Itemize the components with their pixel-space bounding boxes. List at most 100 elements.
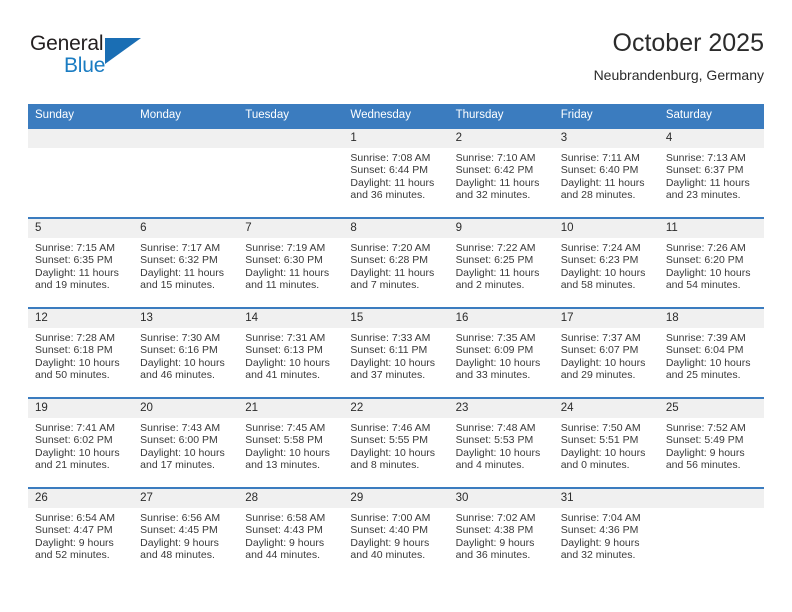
day-number: 27 <box>133 489 239 508</box>
daylight-text-line2: and 32 minutes. <box>560 549 636 562</box>
sunset-text: Sunset: 5:49 PM <box>665 434 744 447</box>
day-number: 8 <box>343 219 449 238</box>
sunset-text: Sunset: 6:30 PM <box>245 254 323 267</box>
day-details: Sunrise: 7:46 AM Sunset: 5:55 PM Dayligh… <box>343 418 448 472</box>
day-cell[interactable]: 5 Sunrise: 7:15 AM Sunset: 6:35 PM Dayli… <box>28 217 134 307</box>
day-number: 17 <box>553 309 659 328</box>
sunrise-text: Sunrise: 7:02 AM <box>455 512 536 524</box>
day-cell[interactable]: 21 Sunrise: 7:45 AM Sunset: 5:58 PM Dayl… <box>238 397 344 487</box>
day-cell[interactable]: 6 Sunrise: 7:17 AM Sunset: 6:32 PM Dayli… <box>133 217 239 307</box>
day-cell[interactable]: 16 Sunrise: 7:35 AM Sunset: 6:09 PM Dayl… <box>448 307 554 397</box>
day-number: 24 <box>553 399 659 418</box>
daylight-text-line2: and 23 minutes. <box>665 189 741 202</box>
day-cell[interactable]: 25 Sunrise: 7:52 AM Sunset: 5:49 PM Dayl… <box>658 397 764 487</box>
day-cell[interactable]: 23 Sunrise: 7:48 AM Sunset: 5:53 PM Dayl… <box>448 397 554 487</box>
day-cell[interactable]: 20 Sunrise: 7:43 AM Sunset: 6:00 PM Dayl… <box>133 397 239 487</box>
daylight-text-line2: and 29 minutes. <box>560 369 636 382</box>
sunset-text: Sunset: 6:02 PM <box>35 434 113 447</box>
daylight-text-line1: Daylight: 11 hours <box>455 266 540 279</box>
day-details: Sunrise: 7:17 AM Sunset: 6:32 PM Dayligh… <box>133 238 238 292</box>
day-cell[interactable]: 19 Sunrise: 7:41 AM Sunset: 6:02 PM Dayl… <box>28 397 134 487</box>
calendar-body: 1 Sunrise: 7:08 AM Sunset: 6:44 PM Dayli… <box>28 127 764 577</box>
sunrise-text: Sunrise: 7:00 AM <box>350 512 431 524</box>
daylight-text-line2: and 2 minutes. <box>455 279 525 292</box>
daylight-text-line2: and 7 minutes. <box>350 279 420 292</box>
day-cell[interactable]: 12 Sunrise: 7:28 AM Sunset: 6:18 PM Dayl… <box>28 307 134 397</box>
weekday-header-saturday: Saturday <box>658 104 764 127</box>
day-details: Sunrise: 7:45 AM Sunset: 5:58 PM Dayligh… <box>238 418 343 472</box>
day-cell[interactable]: 17 Sunrise: 7:37 AM Sunset: 6:07 PM Dayl… <box>553 307 659 397</box>
daylight-text-line2: and 54 minutes. <box>665 279 741 292</box>
day-cell[interactable] <box>658 487 764 577</box>
weekday-header-row: Sunday Monday Tuesday Wednesday Thursday… <box>28 104 764 127</box>
daylight-text-line1: Daylight: 10 hours <box>665 266 751 279</box>
daylight-text-line2: and 58 minutes. <box>560 279 636 292</box>
day-cell[interactable]: 24 Sunrise: 7:50 AM Sunset: 5:51 PM Dayl… <box>553 397 659 487</box>
day-cell[interactable]: 8 Sunrise: 7:20 AM Sunset: 6:28 PM Dayli… <box>343 217 449 307</box>
day-number: 5 <box>28 219 134 238</box>
sunset-text: Sunset: 6:42 PM <box>455 164 534 177</box>
day-number: 13 <box>133 309 239 328</box>
day-number: 11 <box>658 219 764 238</box>
sunset-text: Sunset: 6:35 PM <box>35 254 113 267</box>
day-cell[interactable]: 10 Sunrise: 7:24 AM Sunset: 6:23 PM Dayl… <box>553 217 659 307</box>
sunrise-text: Sunrise: 7:48 AM <box>455 422 536 434</box>
sunrise-text: Sunrise: 7:33 AM <box>350 332 431 344</box>
day-cell[interactable] <box>28 127 134 217</box>
weekday-header-friday: Friday <box>553 104 659 127</box>
day-cell[interactable]: 1 Sunrise: 7:08 AM Sunset: 6:44 PM Dayli… <box>343 127 449 217</box>
day-cell[interactable] <box>133 127 239 217</box>
sunrise-text: Sunrise: 7:04 AM <box>560 512 641 524</box>
daylight-text-line1: Daylight: 11 hours <box>350 176 435 189</box>
weekday-header-thursday: Thursday <box>448 104 554 127</box>
day-number: 7 <box>238 219 344 238</box>
day-cell[interactable]: 14 Sunrise: 7:31 AM Sunset: 6:13 PM Dayl… <box>238 307 344 397</box>
daylight-text-line1: Daylight: 11 hours <box>350 266 435 279</box>
day-cell[interactable]: 13 Sunrise: 7:30 AM Sunset: 6:16 PM Dayl… <box>133 307 239 397</box>
day-cell[interactable] <box>238 127 344 217</box>
page-title: October 2025 <box>612 29 765 57</box>
weekday-header-tuesday: Tuesday <box>238 104 344 127</box>
daylight-text-line2: and 48 minutes. <box>140 549 215 562</box>
sunrise-text: Sunrise: 7:13 AM <box>665 152 746 164</box>
day-cell[interactable]: 29 Sunrise: 7:00 AM Sunset: 4:40 PM Dayl… <box>343 487 449 577</box>
daylight-text-line2: and 56 minutes. <box>665 459 741 472</box>
day-cell[interactable]: 4 Sunrise: 7:13 AM Sunset: 6:37 PM Dayli… <box>658 127 764 217</box>
daylight-text-line1: Daylight: 10 hours <box>35 356 120 369</box>
general-blue-logo[interactable]: General Blue <box>30 32 170 84</box>
sunrise-text: Sunrise: 7:31 AM <box>245 332 326 344</box>
day-cell[interactable]: 18 Sunrise: 7:39 AM Sunset: 6:04 PM Dayl… <box>658 307 764 397</box>
sunrise-text: Sunrise: 7:17 AM <box>140 242 221 254</box>
day-cell[interactable]: 15 Sunrise: 7:33 AM Sunset: 6:11 PM Dayl… <box>343 307 449 397</box>
daylight-text-line1: Daylight: 10 hours <box>455 356 541 369</box>
daylight-text-line1: Daylight: 9 hours <box>665 446 745 459</box>
day-cell[interactable]: 28 Sunrise: 6:58 AM Sunset: 4:43 PM Dayl… <box>238 487 344 577</box>
day-cell[interactable]: 11 Sunrise: 7:26 AM Sunset: 6:20 PM Dayl… <box>658 217 764 307</box>
day-cell[interactable]: 2 Sunrise: 7:10 AM Sunset: 6:42 PM Dayli… <box>448 127 554 217</box>
day-cell[interactable]: 3 Sunrise: 7:11 AM Sunset: 6:40 PM Dayli… <box>553 127 659 217</box>
day-cell[interactable]: 27 Sunrise: 6:56 AM Sunset: 4:45 PM Dayl… <box>133 487 239 577</box>
day-details <box>659 508 764 512</box>
day-details <box>238 148 343 152</box>
day-number: 23 <box>448 399 554 418</box>
daylight-text-line2: and 46 minutes. <box>140 369 215 382</box>
day-number: 26 <box>28 489 134 508</box>
sunrise-text: Sunrise: 7:28 AM <box>35 332 115 344</box>
daylight-text-line2: and 40 minutes. <box>350 549 426 562</box>
day-cell[interactable]: 31 Sunrise: 7:04 AM Sunset: 4:36 PM Dayl… <box>553 487 659 577</box>
sunrise-text: Sunrise: 7:35 AM <box>455 332 536 344</box>
day-number: 25 <box>658 399 764 418</box>
weekday-header-wednesday: Wednesday <box>343 104 449 127</box>
logo-text-general: General <box>30 32 104 55</box>
day-cell[interactable]: 30 Sunrise: 7:02 AM Sunset: 4:38 PM Dayl… <box>448 487 554 577</box>
day-cell[interactable]: 7 Sunrise: 7:19 AM Sunset: 6:30 PM Dayli… <box>238 217 344 307</box>
sunrise-text: Sunrise: 7:11 AM <box>560 152 640 164</box>
day-cell[interactable]: 26 Sunrise: 6:54 AM Sunset: 4:47 PM Dayl… <box>28 487 134 577</box>
day-number: 20 <box>133 399 239 418</box>
daylight-text-line1: Daylight: 11 hours <box>245 266 330 279</box>
day-cell[interactable]: 9 Sunrise: 7:22 AM Sunset: 6:25 PM Dayli… <box>448 217 554 307</box>
day-number: 29 <box>343 489 449 508</box>
daylight-text-line2: and 52 minutes. <box>35 549 110 562</box>
day-cell[interactable]: 22 Sunrise: 7:46 AM Sunset: 5:55 PM Dayl… <box>343 397 449 487</box>
day-details: Sunrise: 7:26 AM Sunset: 6:20 PM Dayligh… <box>659 238 764 292</box>
